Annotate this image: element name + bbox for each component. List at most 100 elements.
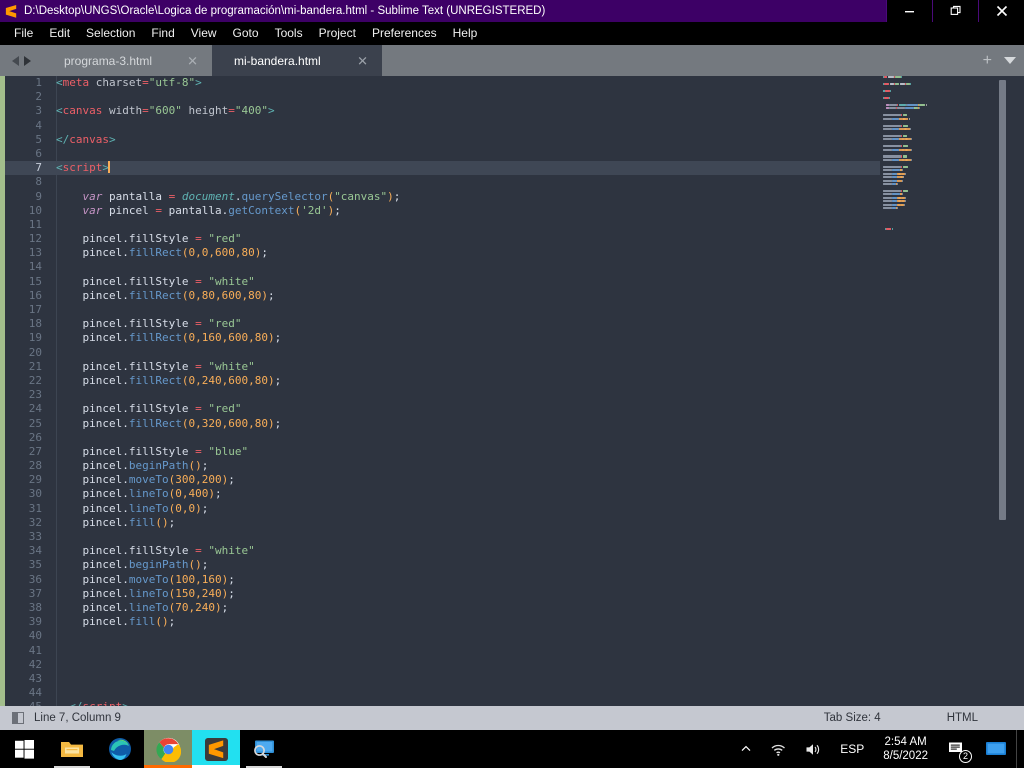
code-line[interactable] xyxy=(50,629,880,643)
text-cursor xyxy=(108,161,110,174)
menu-item-tools[interactable]: Tools xyxy=(267,23,311,44)
code-line[interactable]: <script> xyxy=(50,161,880,176)
code-line[interactable]: </canvas> xyxy=(50,133,880,147)
line-number: 25 xyxy=(28,416,42,430)
code-line[interactable] xyxy=(50,175,880,189)
code-line[interactable] xyxy=(50,260,880,274)
code-line[interactable]: pincel.lineTo(0,400); xyxy=(50,487,880,501)
line-number: 10 xyxy=(28,203,42,217)
code-line[interactable]: pincel.lineTo(70,240); xyxy=(50,601,880,615)
line-number-gutter: 1 2 3 4 5 6 7 8 9 10 11 12 13 14 15 16 17 18 19 20 21 22 23 24 2… xyxy=(5,76,50,706)
taskbar-item-microsoft-edge[interactable] xyxy=(96,730,144,768)
code-line[interactable]: pincel.fillRect(0,320,600,80); xyxy=(50,417,880,431)
line-number: 41 xyxy=(28,643,42,657)
show-desktop-button[interactable] xyxy=(1016,730,1024,768)
chevron-down-icon[interactable] xyxy=(1004,57,1016,64)
code-line[interactable]: pincel.moveTo(100,160); xyxy=(50,573,880,587)
sidebar-toggle-icon[interactable] xyxy=(12,712,24,724)
code-line[interactable] xyxy=(50,388,880,402)
code-line[interactable] xyxy=(50,303,880,317)
code-line[interactable]: pincel.fillStyle = "red" xyxy=(50,232,880,246)
code-text-area[interactable]: <meta charset="utf-8"> <canvas width="60… xyxy=(50,76,880,706)
status-bar-right: Tab Size: 4 HTML xyxy=(824,706,1024,730)
tab-programa-3[interactable]: programa-3.html ✕ xyxy=(42,45,212,76)
code-line[interactable]: pincel.fillStyle = "white" xyxy=(50,544,880,558)
code-line[interactable] xyxy=(50,686,880,700)
code-line[interactable]: <meta charset="utf-8"> xyxy=(50,76,880,90)
minimize-button[interactable] xyxy=(886,0,932,22)
show-desktop-preview-icon[interactable] xyxy=(976,730,1016,768)
window-controls xyxy=(886,0,1024,22)
code-line[interactable] xyxy=(50,672,880,686)
code-line[interactable] xyxy=(50,658,880,672)
menu-item-find[interactable]: Find xyxy=(143,23,182,44)
tab-size-label[interactable]: Tab Size: 4 xyxy=(824,712,881,724)
line-number: 13 xyxy=(28,246,42,260)
menu-item-edit[interactable]: Edit xyxy=(41,23,78,44)
wifi-icon[interactable] xyxy=(761,730,796,768)
maximize-restore-button[interactable] xyxy=(932,0,978,22)
code-line[interactable]: pincel.moveTo(300,200); xyxy=(50,473,880,487)
code-line[interactable] xyxy=(50,218,880,232)
code-line[interactable] xyxy=(50,119,880,133)
code-line[interactable] xyxy=(50,90,880,104)
code-line[interactable] xyxy=(50,346,880,360)
close-button[interactable] xyxy=(978,0,1024,22)
code-line[interactable]: pincel.lineTo(0,0); xyxy=(50,502,880,516)
line-number: 17 xyxy=(28,303,42,316)
menu-item-project[interactable]: Project xyxy=(311,23,364,44)
code-line[interactable]: pincel.fill(); xyxy=(50,615,880,629)
code-line[interactable]: pincel.fillRect(0,160,600,80); xyxy=(50,331,880,345)
code-line[interactable]: pincel.fillStyle = "red" xyxy=(50,402,880,416)
code-line[interactable]: pincel.beginPath(); xyxy=(50,558,880,572)
code-editor[interactable]: 1 2 3 4 5 6 7 8 9 10 11 12 13 14 15 16 17 18 19 20 21 22 23 24 2… xyxy=(0,76,1024,706)
taskbar-item-file-explorer[interactable] xyxy=(48,730,96,768)
chevron-up-icon[interactable] xyxy=(731,730,761,768)
code-line[interactable]: var pincel = pantalla.getContext('2d'); xyxy=(50,204,880,218)
menu-bar: File Edit Selection Find View Goto Tools… xyxy=(0,22,1024,45)
code-line[interactable]: pincel.fillRect(0,80,600,80); xyxy=(50,289,880,303)
notification-icon[interactable]: 2 xyxy=(938,730,976,768)
code-line[interactable]: pincel.lineTo(150,240); xyxy=(50,587,880,601)
taskbar-item-remote-desktop[interactable] xyxy=(240,730,288,768)
line-number: 27 xyxy=(28,444,42,458)
arrow-right-icon[interactable] xyxy=(23,55,31,66)
code-line[interactable]: pincel.beginPath(); xyxy=(50,459,880,473)
code-line[interactable]: pincel.fillStyle = "white" xyxy=(50,275,880,289)
menu-item-view[interactable]: View xyxy=(183,23,225,44)
taskbar-item-sublime-text[interactable] xyxy=(192,730,240,768)
code-line[interactable]: pincel.fillRect(0,240,600,80); xyxy=(50,374,880,388)
menu-item-preferences[interactable]: Preferences xyxy=(364,23,445,44)
tab-mi-bandera[interactable]: mi-bandera.html ✕ xyxy=(212,45,382,76)
start-button[interactable] xyxy=(0,730,48,768)
tab-close-icon[interactable]: ✕ xyxy=(357,54,368,67)
menu-item-help[interactable]: Help xyxy=(445,23,486,44)
code-line[interactable]: <canvas width="600" height="400"> xyxy=(50,104,880,118)
code-line[interactable]: pincel.fillStyle = "white" xyxy=(50,360,880,374)
tab-close-icon[interactable]: ✕ xyxy=(187,54,198,67)
sublime-icon xyxy=(204,737,228,761)
arrow-left-icon[interactable] xyxy=(11,55,19,66)
menu-item-goto[interactable]: Goto xyxy=(225,23,267,44)
editor-scrollbar[interactable] xyxy=(999,80,1006,520)
code-line[interactable] xyxy=(50,147,880,161)
menu-item-file[interactable]: File xyxy=(6,23,41,44)
code-line[interactable]: pincel.fillRect(0,0,600,80); xyxy=(50,246,880,260)
code-line[interactable]: pincel.fill(); xyxy=(50,516,880,530)
plus-icon[interactable]: + xyxy=(983,52,992,69)
speaker-icon[interactable] xyxy=(796,730,831,768)
code-line[interactable] xyxy=(50,530,880,544)
clock[interactable]: 2:54 AM 8/5/2022 xyxy=(873,730,938,768)
code-line[interactable]: pincel.fillStyle = "blue" xyxy=(50,445,880,459)
line-number: 6 xyxy=(35,146,42,160)
code-line[interactable] xyxy=(50,431,880,445)
taskbar-item-google-chrome[interactable] xyxy=(144,730,192,768)
tab-label: programa-3.html xyxy=(64,53,153,68)
code-line[interactable]: var pantalla = document.querySelector("c… xyxy=(50,190,880,204)
syntax-label[interactable]: HTML xyxy=(947,712,978,724)
code-line[interactable]: pincel.fillStyle = "red" xyxy=(50,317,880,331)
language-indicator[interactable]: ESP xyxy=(831,730,873,768)
minimap[interactable] xyxy=(880,76,1024,706)
menu-item-selection[interactable]: Selection xyxy=(78,23,143,44)
code-line[interactable] xyxy=(50,644,880,658)
